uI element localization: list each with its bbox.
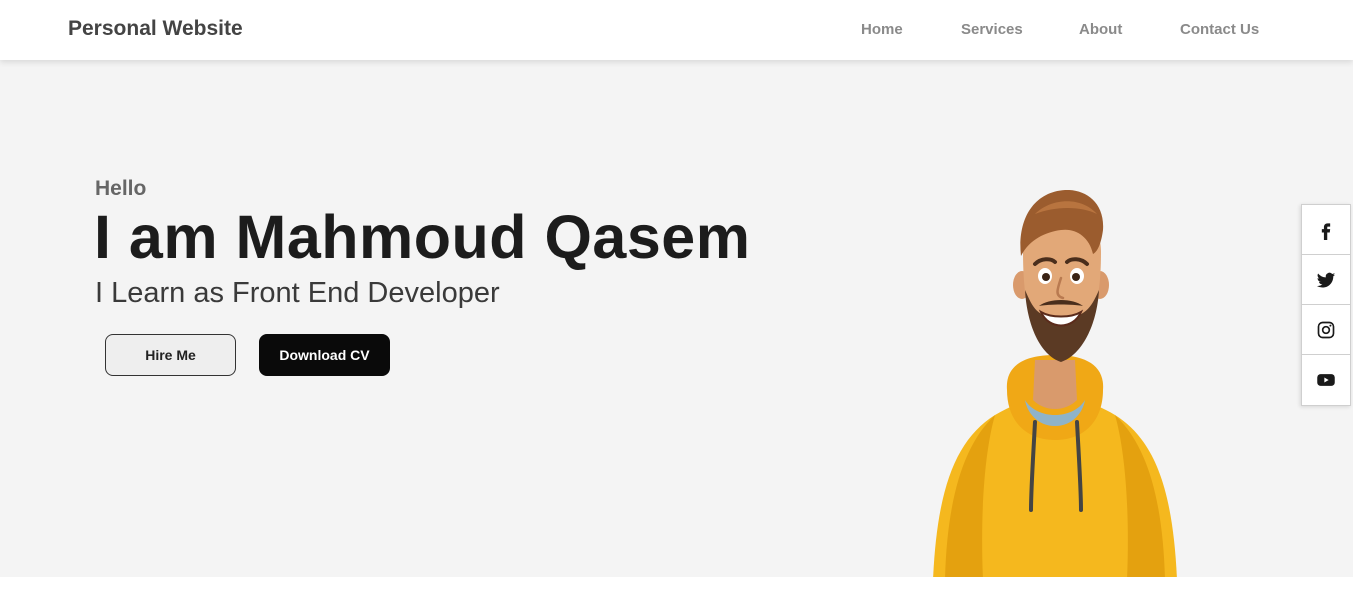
nav-about-link[interactable]: About xyxy=(1079,21,1122,38)
hero-role: I Learn as Front End Developer xyxy=(95,277,500,309)
hero-greeting: Hello xyxy=(95,177,147,200)
developer-avatar-illustration xyxy=(933,190,1177,577)
youtube-icon xyxy=(1317,374,1335,386)
facebook-icon xyxy=(1321,222,1331,240)
nav-contact-link[interactable]: Contact Us xyxy=(1180,21,1259,38)
hire-me-button[interactable]: Hire Me xyxy=(105,334,236,376)
social-sidebar xyxy=(1301,204,1351,406)
twitter-link[interactable] xyxy=(1302,255,1350,305)
youtube-link[interactable] xyxy=(1302,355,1350,405)
facebook-link[interactable] xyxy=(1302,205,1350,255)
nav-services-link[interactable]: Services xyxy=(961,21,1023,38)
twitter-icon xyxy=(1316,272,1336,288)
navbar: Personal Website Home Services About Con… xyxy=(0,0,1353,60)
instagram-icon xyxy=(1317,321,1335,338)
nav-home-link[interactable]: Home xyxy=(861,21,903,38)
download-cv-button[interactable]: Download CV xyxy=(259,334,390,376)
site-brand[interactable]: Personal Website xyxy=(68,17,243,41)
instagram-link[interactable] xyxy=(1302,305,1350,355)
hero-section: Hello I am Mahmoud Qasem I Learn as Fron… xyxy=(0,60,1353,577)
hero-name: I am Mahmoud Qasem xyxy=(94,203,751,271)
